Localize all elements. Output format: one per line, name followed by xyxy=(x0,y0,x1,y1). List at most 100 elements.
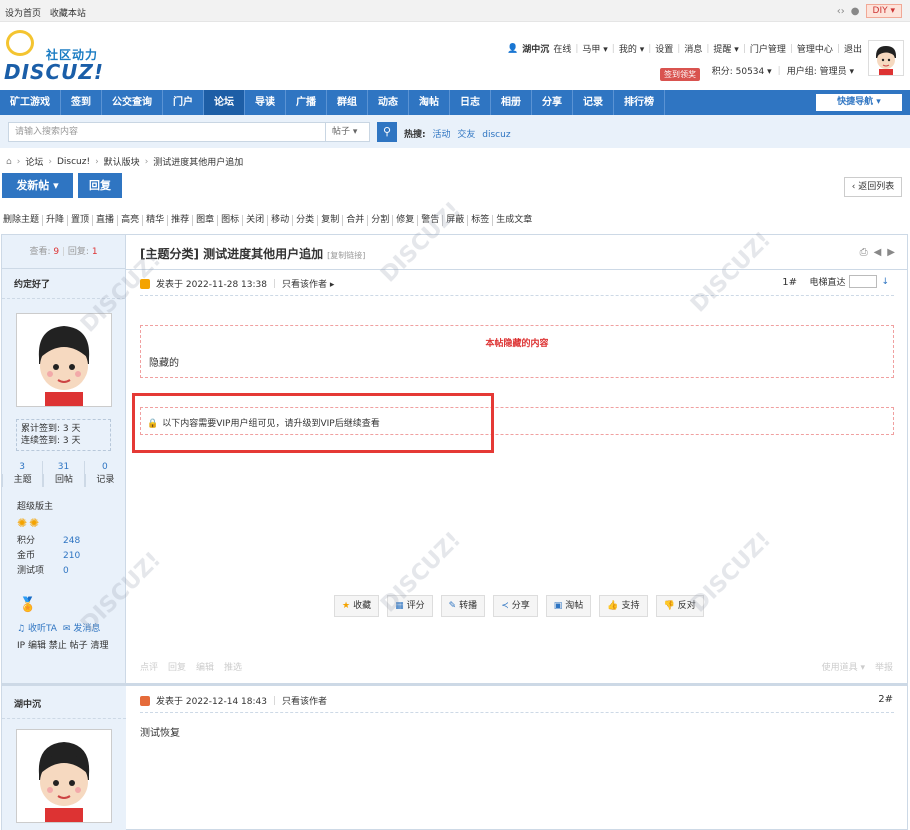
follow-link[interactable]: ♫ 收听TA xyxy=(17,621,57,634)
mod-tool[interactable]: 屏蔽 xyxy=(443,215,469,226)
points-link[interactable]: 积分: 50534 ▾ xyxy=(712,64,772,77)
nav-item-collection[interactable]: 淘帖 xyxy=(409,90,450,115)
mod-tool[interactable]: 删除主题 xyxy=(0,215,44,226)
post-author-avatar[interactable] xyxy=(15,313,112,407)
search-button[interactable]: ⚲ xyxy=(377,122,397,142)
recommend-link[interactable]: 推选 xyxy=(224,660,242,673)
floor-jump-input[interactable] xyxy=(849,275,878,288)
mod-tool[interactable]: 分类 xyxy=(293,215,319,226)
nav-item-album[interactable]: 相册 xyxy=(491,90,532,115)
author-group[interactable]: 超级版主 xyxy=(17,499,125,512)
mod-tool[interactable]: 分割 xyxy=(368,215,394,226)
favorite-button[interactable]: ★ 收藏 xyxy=(334,595,380,617)
hot-search-item[interactable]: 活动 xyxy=(432,130,450,140)
edit-link[interactable]: 编辑 xyxy=(196,660,214,673)
mod-tool[interactable]: 复制 xyxy=(318,215,344,226)
mod-tool[interactable]: 图标 xyxy=(218,215,244,226)
mod-tool[interactable]: 置顶 xyxy=(68,215,94,226)
mod-tool[interactable]: 标签 xyxy=(468,215,494,226)
mod-tool[interactable]: 精华 xyxy=(143,215,169,226)
mod-tool[interactable]: 图章 xyxy=(193,215,219,226)
nav-item-bus[interactable]: 公交查询 xyxy=(102,90,163,115)
link-mine[interactable]: 我的 ▾ xyxy=(619,42,644,55)
floor-number[interactable]: 2# xyxy=(878,694,893,705)
diy-button[interactable]: DIY ▾ xyxy=(865,4,902,18)
nav-item-games[interactable]: 矿工游戏 xyxy=(0,90,61,115)
mod-tool[interactable]: 关闭 xyxy=(243,215,269,226)
nav-item-signin[interactable]: 签到 xyxy=(61,90,102,115)
count-records[interactable]: 0 记录 xyxy=(83,461,125,487)
search-input[interactable]: 请输入搜索内容 xyxy=(8,122,326,142)
code-icon[interactable]: ‹› xyxy=(837,6,845,17)
bookmark-link[interactable]: 收藏本站 xyxy=(50,9,86,19)
use-item-link[interactable]: 使用道具 ▾ xyxy=(822,660,865,673)
username-link[interactable]: 湖中沉 xyxy=(522,42,549,55)
link-messages[interactable]: 消息 xyxy=(684,42,702,55)
post-author-avatar[interactable] xyxy=(16,729,112,823)
prev-arrow-icon[interactable]: ◀ xyxy=(874,247,882,258)
post-author-name[interactable]: 约定好了 xyxy=(2,269,125,299)
admin-links[interactable]: IP 编辑 禁止 帖子 清理 xyxy=(17,638,125,651)
mod-tool[interactable]: 合并 xyxy=(343,215,369,226)
nav-item-groups[interactable]: 群组 xyxy=(327,90,368,115)
nav-item-blog[interactable]: 日志 xyxy=(450,90,491,115)
link-settings[interactable]: 设置 xyxy=(655,42,673,55)
link-reminders[interactable]: 提醒 ▾ xyxy=(713,42,738,55)
link-admin-center[interactable]: 管理中心 xyxy=(797,42,833,55)
floor-number[interactable]: 1# xyxy=(782,277,797,288)
support-button[interactable]: 👍 支持 xyxy=(599,595,648,617)
quick-nav-button[interactable]: 快捷导航 ▾ xyxy=(816,94,902,111)
header-avatar[interactable] xyxy=(868,40,904,76)
mod-tool[interactable]: 修复 xyxy=(393,215,419,226)
link-majia[interactable]: 马甲 ▾ xyxy=(582,42,607,55)
new-post-button[interactable]: 发新帖 ▾ xyxy=(2,173,73,198)
palette-icon[interactable]: ● xyxy=(851,6,860,17)
share-button[interactable]: ≺ 分享 xyxy=(493,595,538,617)
mod-tool[interactable]: 生成文章 xyxy=(493,215,535,226)
nav-item-forum[interactable]: 论坛 xyxy=(204,90,245,115)
jump-arrow-icon[interactable]: ↓ xyxy=(881,277,889,287)
nav-item-portal[interactable]: 门户 xyxy=(163,90,204,115)
count-threads[interactable]: 3 主题 xyxy=(2,461,42,487)
reply-link[interactable]: 回复 xyxy=(168,660,186,673)
message-link[interactable]: ✉ 发消息 xyxy=(63,621,100,634)
medal-icon[interactable]: 🏅 xyxy=(19,597,125,613)
hot-search-item[interactable]: 交友 xyxy=(457,130,475,140)
breadcrumb-item[interactable]: 论坛 xyxy=(25,155,43,168)
mod-tool[interactable]: 高亮 xyxy=(118,215,144,226)
mod-tool[interactable]: 移动 xyxy=(268,215,294,226)
mod-tool[interactable]: 推荐 xyxy=(168,215,194,226)
reply-button[interactable]: 回复 xyxy=(78,173,122,198)
site-logo[interactable]: 社区动力 DISCUZ! xyxy=(4,30,104,86)
search-type-select[interactable]: 帖子 ▾ xyxy=(326,122,370,142)
comment-link[interactable]: 点评 xyxy=(140,660,158,673)
signin-badge[interactable]: 签到领奖 xyxy=(660,68,700,81)
link-portal-admin[interactable]: 门户管理 xyxy=(750,42,786,55)
repost-button[interactable]: ✎ 转播 xyxy=(440,595,486,617)
nav-item-record[interactable]: 记录 xyxy=(573,90,614,115)
next-arrow-icon[interactable]: ▶ xyxy=(887,247,895,258)
set-home-link[interactable]: 设为首页 xyxy=(5,9,41,19)
mod-tool[interactable]: 直播 xyxy=(93,215,119,226)
print-icon[interactable]: ⎙ xyxy=(860,247,868,258)
copy-link[interactable]: [复制链接] xyxy=(327,251,365,260)
count-replies[interactable]: 31 回帖 xyxy=(42,461,83,487)
only-author-link[interactable]: 只看该作者 ▸ xyxy=(282,277,334,290)
usergroup-link[interactable]: 用户组: 管理员 ▾ xyxy=(787,64,854,77)
post-author-name[interactable]: 湖中沉 xyxy=(2,689,126,719)
only-author-link[interactable]: 只看该作者 xyxy=(282,694,327,707)
oppose-button[interactable]: 👎 反对 xyxy=(655,595,704,617)
nav-item-broadcast[interactable]: 广播 xyxy=(286,90,327,115)
report-link[interactable]: 举报 xyxy=(875,660,893,673)
home-icon[interactable]: ⌂ xyxy=(6,157,12,167)
mod-tool[interactable]: 警告 xyxy=(418,215,444,226)
nav-item-feed[interactable]: 动态 xyxy=(368,90,409,115)
hot-search-item[interactable]: discuz xyxy=(482,130,510,140)
breadcrumb-item[interactable]: 默认版块 xyxy=(104,155,140,168)
collect-button[interactable]: ▣ 淘帖 xyxy=(545,595,592,617)
breadcrumb-item[interactable]: Discuz! xyxy=(57,157,90,167)
nav-item-share[interactable]: 分享 xyxy=(532,90,573,115)
breadcrumb-item[interactable]: 测试进度其他用户追加 xyxy=(153,155,243,168)
rate-button[interactable]: ▦ 评分 xyxy=(387,595,433,617)
back-to-list-button[interactable]: ‹ 返回列表 xyxy=(844,177,902,197)
